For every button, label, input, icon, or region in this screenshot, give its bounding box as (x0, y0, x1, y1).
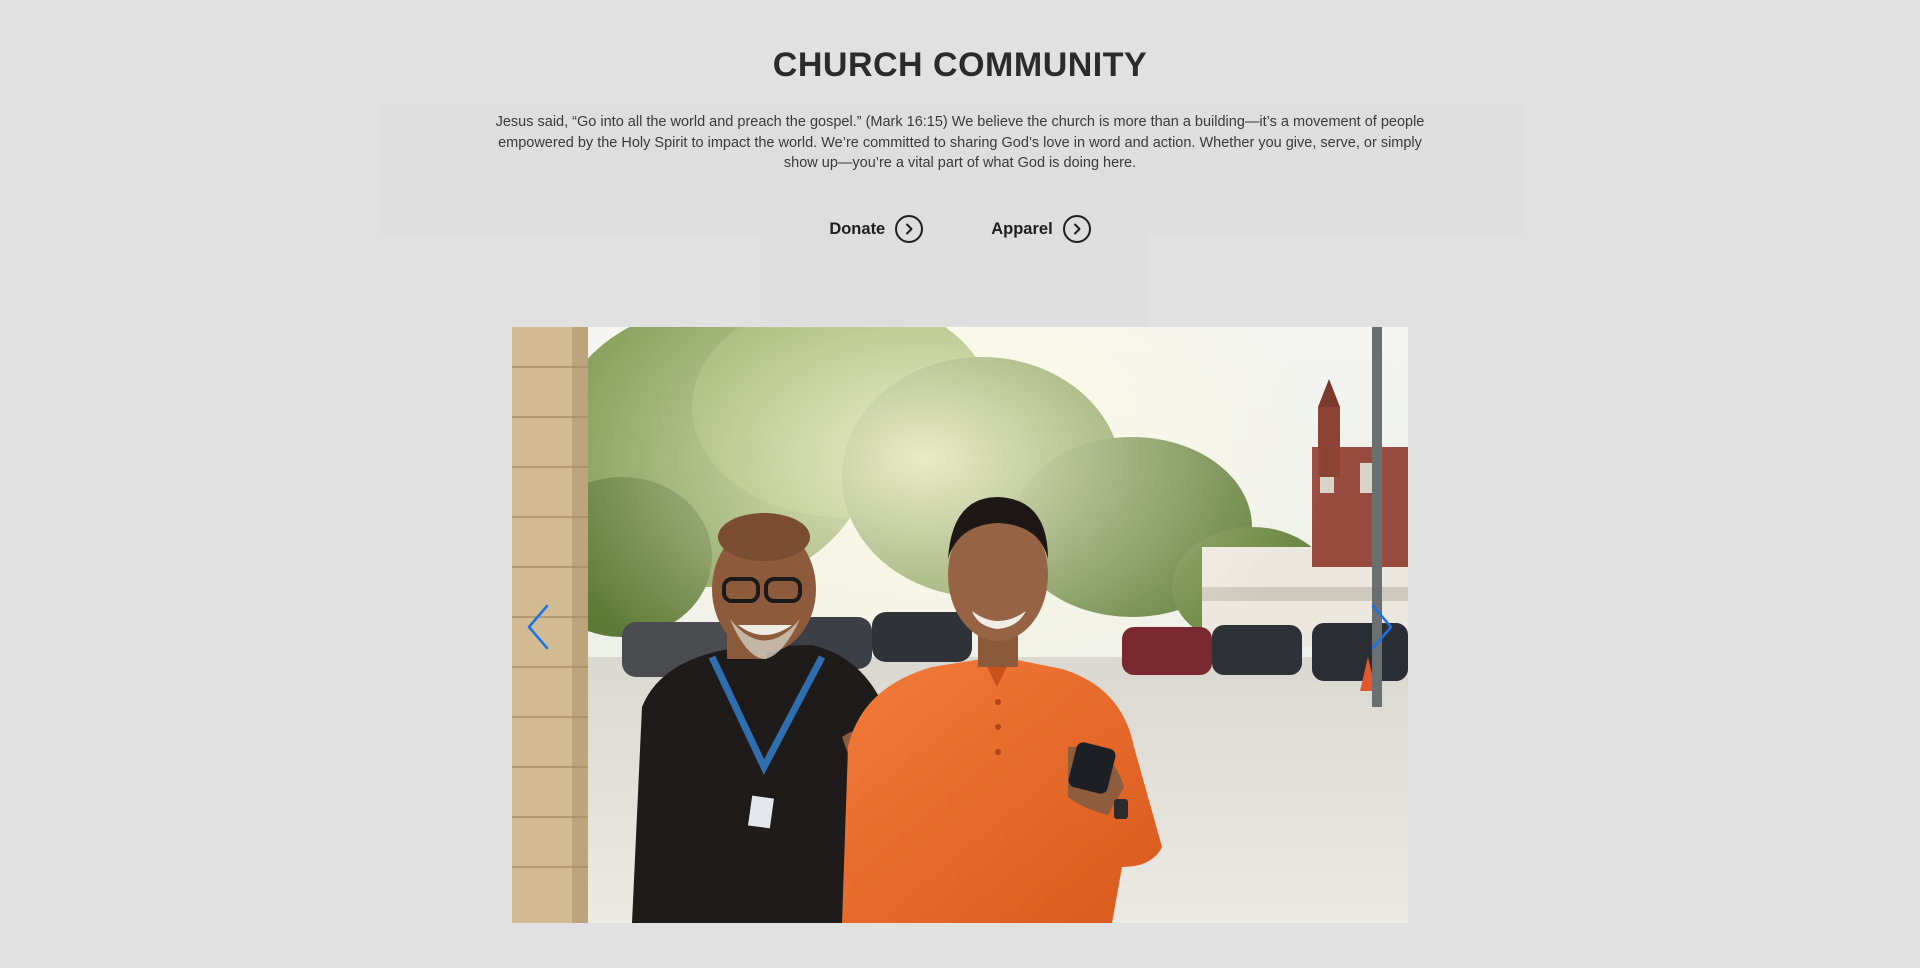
photo-carousel (512, 327, 1408, 923)
apparel-link[interactable]: Apparel (991, 215, 1091, 243)
apparel-link-label: Apparel (991, 219, 1053, 238)
carousel-prev-button[interactable] (518, 599, 558, 655)
page-title: CHURCH COMMUNITY (772, 46, 1148, 84)
chevron-right-circle-icon (895, 215, 924, 243)
donate-link-label: Donate (829, 219, 886, 238)
chevron-right-icon (1371, 604, 1393, 650)
carousel-slide-photo (512, 327, 1408, 923)
chevron-right-circle-icon (1062, 215, 1091, 243)
page-description: Jesus said, “Go into all the world and p… (495, 114, 1425, 171)
chevron-left-icon (527, 604, 549, 650)
carousel-next-button[interactable] (1362, 599, 1402, 655)
page: CHURCH COMMUNITY Jesus said, “Go into al… (0, 0, 1920, 968)
action-links: Donate Apparel (0, 214, 1920, 244)
actions-background (760, 236, 1148, 326)
donate-link[interactable]: Donate (829, 215, 924, 243)
